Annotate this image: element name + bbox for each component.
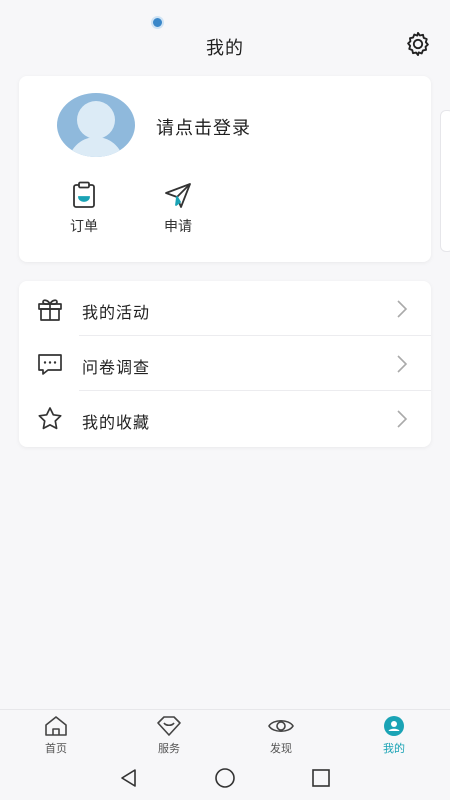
tab-service[interactable]: 服务	[139, 714, 199, 756]
menu-card: 我的活动 问卷调查 我的收藏	[19, 281, 431, 447]
menu-item-label: 我的活动	[82, 303, 151, 322]
default-avatar-icon[interactable]	[57, 93, 135, 157]
eye-icon	[268, 719, 294, 733]
quick-action-orders[interactable]: 订单	[54, 180, 114, 236]
quick-action-apply[interactable]: 申请	[148, 180, 208, 236]
login-prompt[interactable]: 请点击登录	[156, 114, 251, 140]
tab-home[interactable]: 首页	[26, 714, 86, 756]
tab-mine[interactable]: 我的	[364, 714, 424, 756]
menu-item-label: 我的收藏	[82, 413, 151, 432]
gift-icon	[38, 299, 62, 321]
home-circle-icon[interactable]	[213, 767, 237, 789]
gear-icon[interactable]	[404, 30, 432, 58]
tab-label: 发现	[270, 742, 292, 755]
tab-label: 服务	[158, 742, 180, 755]
header: 我的	[0, 0, 450, 66]
system-navigation-bar	[0, 757, 450, 800]
chat-bubble-icon	[38, 354, 62, 375]
tab-label: 首页	[45, 742, 67, 755]
star-icon	[38, 407, 62, 430]
menu-item-my-activities[interactable]: 我的活动	[19, 281, 431, 336]
quick-action-label: 申请	[164, 219, 192, 235]
recents-icon[interactable]	[310, 767, 332, 789]
home-icon	[45, 716, 67, 736]
chevron-right-icon	[397, 300, 408, 318]
bottom-tab-bar: 首页 服务 发现 我的	[0, 709, 450, 757]
menu-item-label: 问卷调查	[82, 358, 151, 377]
profile-card: 请点击登录 订单 申请	[19, 76, 431, 262]
menu-item-survey[interactable]: 问卷调查	[19, 336, 431, 391]
chevron-right-icon	[397, 355, 408, 373]
side-panel-edge	[440, 110, 450, 252]
quick-action-label: 订单	[70, 219, 98, 235]
service-icon	[157, 716, 181, 736]
page-title: 我的	[206, 38, 244, 59]
order-clipboard-icon	[73, 181, 95, 208]
tab-label: 我的	[383, 742, 405, 755]
paper-plane-icon	[165, 183, 191, 208]
user-icon	[384, 716, 404, 736]
tab-discover[interactable]: 发现	[251, 714, 311, 756]
chevron-right-icon	[397, 410, 408, 428]
back-icon[interactable]	[118, 767, 140, 789]
menu-item-my-favorites[interactable]: 我的收藏	[19, 391, 431, 446]
